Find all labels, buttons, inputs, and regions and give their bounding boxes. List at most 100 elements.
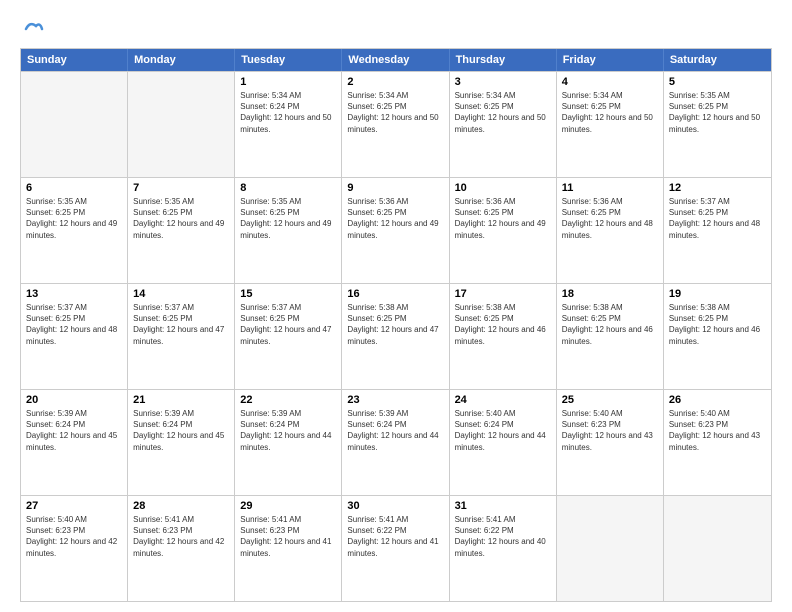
day-number: 9 bbox=[347, 182, 443, 194]
calendar-cell: 27 Sunrise: 5:40 AMSunset: 6:23 PMDayligh… bbox=[21, 496, 128, 601]
calendar-cell: 17 Sunrise: 5:38 AMSunset: 6:25 PMDayligh… bbox=[450, 284, 557, 389]
day-number: 1 bbox=[240, 76, 336, 88]
logo bbox=[20, 18, 44, 40]
day-header-saturday: Saturday bbox=[664, 49, 771, 71]
day-info: Sunrise: 5:37 AMSunset: 6:25 PMDaylight:… bbox=[133, 302, 229, 347]
day-info: Sunrise: 5:36 AMSunset: 6:25 PMDaylight:… bbox=[455, 196, 551, 241]
day-info: Sunrise: 5:38 AMSunset: 6:25 PMDaylight:… bbox=[455, 302, 551, 347]
calendar-body: 1 Sunrise: 5:34 AMSunset: 6:24 PMDaylight… bbox=[21, 71, 771, 601]
logo-icon bbox=[22, 18, 44, 40]
calendar-cell: 5 Sunrise: 5:35 AMSunset: 6:25 PMDaylight… bbox=[664, 72, 771, 177]
calendar-header: SundayMondayTuesdayWednesdayThursdayFrid… bbox=[21, 49, 771, 71]
calendar-cell: 29Sunrise: 5:41 AMSunset: 6:23 PMDayligh… bbox=[235, 496, 342, 601]
day-number: 26 bbox=[669, 394, 766, 406]
day-number: 13 bbox=[26, 288, 122, 300]
day-info: Sunrise: 5:40 AMSunset: 6:23 PMDaylight:… bbox=[26, 514, 122, 559]
day-number: 31 bbox=[455, 500, 551, 512]
calendar-cell: 15Sunrise: 5:37 AMSunset: 6:25 PMDayligh… bbox=[235, 284, 342, 389]
day-number: 12 bbox=[669, 182, 766, 194]
day-info: Sunrise: 5:39 AMSunset: 6:24 PMDaylight:… bbox=[240, 408, 336, 453]
day-info: Sunrise: 5:35 AMSunset: 6:25 PMDaylight:… bbox=[669, 90, 766, 135]
day-number: 25 bbox=[562, 394, 658, 406]
day-number: 4 bbox=[562, 76, 658, 88]
calendar-cell: 30 Sunrise: 5:41 AMSunset: 6:22 PMDayligh… bbox=[342, 496, 449, 601]
day-number: 27 bbox=[26, 500, 122, 512]
day-info: Sunrise: 5:35 AMSunset: 6:25 PMDaylight:… bbox=[26, 196, 122, 241]
day-info: Sunrise: 5:34 AMSunset: 6:25 PMDaylight:… bbox=[455, 90, 551, 135]
day-number: 5 bbox=[669, 76, 766, 88]
day-info: Sunrise: 5:35 AMSunset: 6:25 PMDaylight:… bbox=[133, 196, 229, 241]
calendar-cell: 3 Sunrise: 5:34 AMSunset: 6:25 PMDaylight… bbox=[450, 72, 557, 177]
calendar-cell: 6 Sunrise: 5:35 AMSunset: 6:25 PMDaylight… bbox=[21, 178, 128, 283]
day-info: Sunrise: 5:34 AMSunset: 6:25 PMDaylight:… bbox=[347, 90, 443, 135]
day-number: 29 bbox=[240, 500, 336, 512]
day-info: Sunrise: 5:34 AMSunset: 6:25 PMDaylight:… bbox=[562, 90, 658, 135]
day-number: 3 bbox=[455, 76, 551, 88]
day-header-thursday: Thursday bbox=[450, 49, 557, 71]
calendar-cell: 12 Sunrise: 5:37 AMSunset: 6:25 PMDayligh… bbox=[664, 178, 771, 283]
calendar-cell: 11 Sunrise: 5:36 AMSunset: 6:25 PMDayligh… bbox=[557, 178, 664, 283]
day-number: 21 bbox=[133, 394, 229, 406]
day-number: 28 bbox=[133, 500, 229, 512]
day-number: 30 bbox=[347, 500, 443, 512]
calendar-week-1: 1 Sunrise: 5:34 AMSunset: 6:24 PMDaylight… bbox=[21, 71, 771, 177]
day-header-tuesday: Tuesday bbox=[235, 49, 342, 71]
calendar-cell: 8 Sunrise: 5:35 AMSunset: 6:25 PMDaylight… bbox=[235, 178, 342, 283]
day-info: Sunrise: 5:37 AMSunset: 6:25 PMDaylight:… bbox=[240, 302, 336, 347]
day-info: Sunrise: 5:40 AMSunset: 6:23 PMDaylight:… bbox=[669, 408, 766, 453]
calendar-cell: 10Sunrise: 5:36 AMSunset: 6:25 PMDayligh… bbox=[450, 178, 557, 283]
day-info: Sunrise: 5:39 AMSunset: 6:24 PMDaylight:… bbox=[26, 408, 122, 453]
calendar-cell bbox=[128, 72, 235, 177]
day-header-monday: Monday bbox=[128, 49, 235, 71]
calendar-cell: 26 Sunrise: 5:40 AMSunset: 6:23 PMDayligh… bbox=[664, 390, 771, 495]
calendar-cell: 9Sunrise: 5:36 AMSunset: 6:25 PMDaylight… bbox=[342, 178, 449, 283]
day-number: 22 bbox=[240, 394, 336, 406]
calendar-cell: 4 Sunrise: 5:34 AMSunset: 6:25 PMDaylight… bbox=[557, 72, 664, 177]
day-info: Sunrise: 5:40 AMSunset: 6:24 PMDaylight:… bbox=[455, 408, 551, 453]
day-number: 18 bbox=[562, 288, 658, 300]
day-info: Sunrise: 5:41 AMSunset: 6:22 PMDaylight:… bbox=[455, 514, 551, 559]
day-info: Sunrise: 5:37 AMSunset: 6:25 PMDaylight:… bbox=[669, 196, 766, 241]
day-number: 19 bbox=[669, 288, 766, 300]
day-number: 2 bbox=[347, 76, 443, 88]
day-info: Sunrise: 5:41 AMSunset: 6:23 PMDaylight:… bbox=[133, 514, 229, 559]
calendar-cell: 16Sunrise: 5:38 AMSunset: 6:25 PMDayligh… bbox=[342, 284, 449, 389]
day-number: 8 bbox=[240, 182, 336, 194]
calendar-cell: 24 Sunrise: 5:40 AMSunset: 6:24 PMDayligh… bbox=[450, 390, 557, 495]
calendar-cell: 7Sunrise: 5:35 AMSunset: 6:25 PMDaylight… bbox=[128, 178, 235, 283]
day-number: 14 bbox=[133, 288, 229, 300]
day-info: Sunrise: 5:36 AMSunset: 6:25 PMDaylight:… bbox=[562, 196, 658, 241]
day-header-wednesday: Wednesday bbox=[342, 49, 449, 71]
day-number: 20 bbox=[26, 394, 122, 406]
calendar-cell: 14 Sunrise: 5:37 AMSunset: 6:25 PMDayligh… bbox=[128, 284, 235, 389]
calendar-week-2: 6 Sunrise: 5:35 AMSunset: 6:25 PMDaylight… bbox=[21, 177, 771, 283]
day-info: Sunrise: 5:38 AMSunset: 6:25 PMDaylight:… bbox=[347, 302, 443, 347]
calendar-cell bbox=[664, 496, 771, 601]
day-number: 17 bbox=[455, 288, 551, 300]
day-info: Sunrise: 5:40 AMSunset: 6:23 PMDaylight:… bbox=[562, 408, 658, 453]
calendar-cell bbox=[557, 496, 664, 601]
day-number: 6 bbox=[26, 182, 122, 194]
calendar-week-5: 27 Sunrise: 5:40 AMSunset: 6:23 PMDayligh… bbox=[21, 495, 771, 601]
day-header-friday: Friday bbox=[557, 49, 664, 71]
calendar-cell: 25 Sunrise: 5:40 AMSunset: 6:23 PMDayligh… bbox=[557, 390, 664, 495]
calendar-cell: 23Sunrise: 5:39 AMSunset: 6:24 PMDayligh… bbox=[342, 390, 449, 495]
calendar-cell: 22 Sunrise: 5:39 AMSunset: 6:24 PMDayligh… bbox=[235, 390, 342, 495]
page-header bbox=[20, 18, 772, 40]
day-info: Sunrise: 5:39 AMSunset: 6:24 PMDaylight:… bbox=[133, 408, 229, 453]
calendar: SundayMondayTuesdayWednesdayThursdayFrid… bbox=[20, 48, 772, 602]
day-info: Sunrise: 5:35 AMSunset: 6:25 PMDaylight:… bbox=[240, 196, 336, 241]
calendar-cell: 19Sunrise: 5:38 AMSunset: 6:25 PMDayligh… bbox=[664, 284, 771, 389]
day-info: Sunrise: 5:34 AMSunset: 6:24 PMDaylight:… bbox=[240, 90, 336, 135]
day-number: 23 bbox=[347, 394, 443, 406]
calendar-cell: 21 Sunrise: 5:39 AMSunset: 6:24 PMDayligh… bbox=[128, 390, 235, 495]
calendar-cell: 2 Sunrise: 5:34 AMSunset: 6:25 PMDaylight… bbox=[342, 72, 449, 177]
day-number: 24 bbox=[455, 394, 551, 406]
day-number: 11 bbox=[562, 182, 658, 194]
calendar-cell bbox=[21, 72, 128, 177]
calendar-cell: 1 Sunrise: 5:34 AMSunset: 6:24 PMDaylight… bbox=[235, 72, 342, 177]
calendar-cell: 18Sunrise: 5:38 AMSunset: 6:25 PMDayligh… bbox=[557, 284, 664, 389]
calendar-cell: 13Sunrise: 5:37 AMSunset: 6:25 PMDayligh… bbox=[21, 284, 128, 389]
day-info: Sunrise: 5:41 AMSunset: 6:22 PMDaylight:… bbox=[347, 514, 443, 559]
calendar-week-4: 20 Sunrise: 5:39 AMSunset: 6:24 PMDayligh… bbox=[21, 389, 771, 495]
